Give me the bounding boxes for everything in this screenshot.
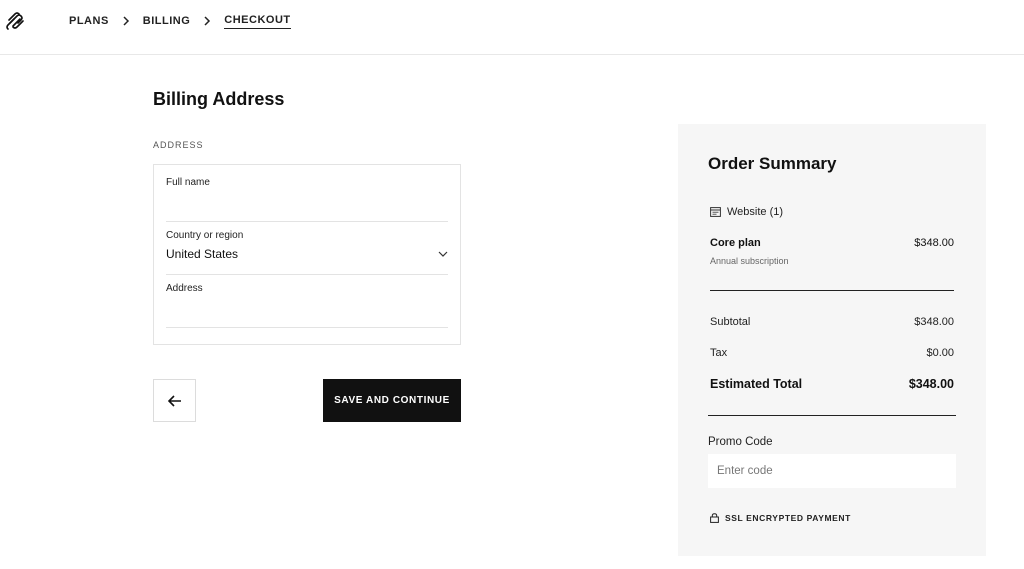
- website-label: Website (1): [727, 206, 784, 218]
- page-title: Billing Address: [153, 89, 285, 109]
- subtotal-line: Subtotal $348.00: [710, 316, 954, 328]
- plan-name: Core plan: [710, 237, 761, 249]
- arrow-left-icon: [167, 394, 181, 407]
- breadcrumb-checkout[interactable]: CHECKOUT: [224, 13, 291, 29]
- address-input[interactable]: [166, 302, 448, 322]
- website-item: Website (1): [710, 206, 783, 218]
- full-name-field: Full name: [166, 177, 448, 222]
- plan-subscription: Annual subscription: [710, 256, 789, 266]
- divider: [710, 290, 954, 291]
- promo-code-label: Promo Code: [708, 436, 773, 448]
- top-header: PLANS BILLING CHECKOUT: [0, 0, 1024, 55]
- subtotal-label: Subtotal: [710, 316, 751, 328]
- browser-window-icon: [710, 207, 721, 217]
- breadcrumb: PLANS BILLING CHECKOUT: [69, 13, 291, 29]
- order-summary-title: Order Summary: [708, 154, 837, 173]
- address-label: Address: [166, 283, 203, 294]
- total-value: $348.00: [908, 377, 954, 391]
- tax-line: Tax $0.00: [710, 347, 954, 359]
- lock-icon: [710, 513, 719, 523]
- squarespace-logo-icon[interactable]: [6, 12, 26, 30]
- address-field: Address: [166, 283, 448, 328]
- chevron-right-icon: [204, 16, 211, 26]
- back-button[interactable]: [153, 379, 196, 422]
- divider: [708, 415, 956, 416]
- address-form: Full name Country or region United State…: [153, 164, 461, 345]
- country-field: Country or region United States: [166, 230, 448, 275]
- country-label: Country or region: [166, 230, 244, 241]
- address-section-label: ADDRESS: [153, 140, 204, 150]
- breadcrumb-plans[interactable]: PLANS: [69, 14, 109, 28]
- country-value: United States: [166, 247, 239, 261]
- plan-line: Core plan $348.00: [710, 237, 954, 249]
- ssl-notice: SSL ENCRYPTED PAYMENT: [710, 513, 851, 523]
- save-and-continue-button[interactable]: SAVE AND CONTINUE: [323, 379, 461, 422]
- tax-label: Tax: [710, 347, 728, 359]
- plan-price: $348.00: [914, 237, 954, 249]
- country-select[interactable]: United States: [166, 247, 448, 261]
- chevron-down-icon: [438, 251, 448, 257]
- full-name-label: Full name: [166, 177, 210, 188]
- breadcrumb-billing[interactable]: BILLING: [143, 14, 191, 28]
- tax-value: $0.00: [926, 347, 954, 359]
- total-label: Estimated Total: [710, 377, 803, 391]
- subtotal-value: $348.00: [914, 316, 954, 328]
- full-name-input[interactable]: [166, 196, 448, 216]
- chevron-right-icon: [123, 16, 129, 26]
- promo-code-input[interactable]: [708, 454, 956, 488]
- total-line: Estimated Total $348.00: [710, 377, 954, 391]
- ssl-label: SSL ENCRYPTED PAYMENT: [725, 513, 851, 523]
- order-summary-panel: Order Summary Website (1) Core plan $348…: [678, 124, 986, 556]
